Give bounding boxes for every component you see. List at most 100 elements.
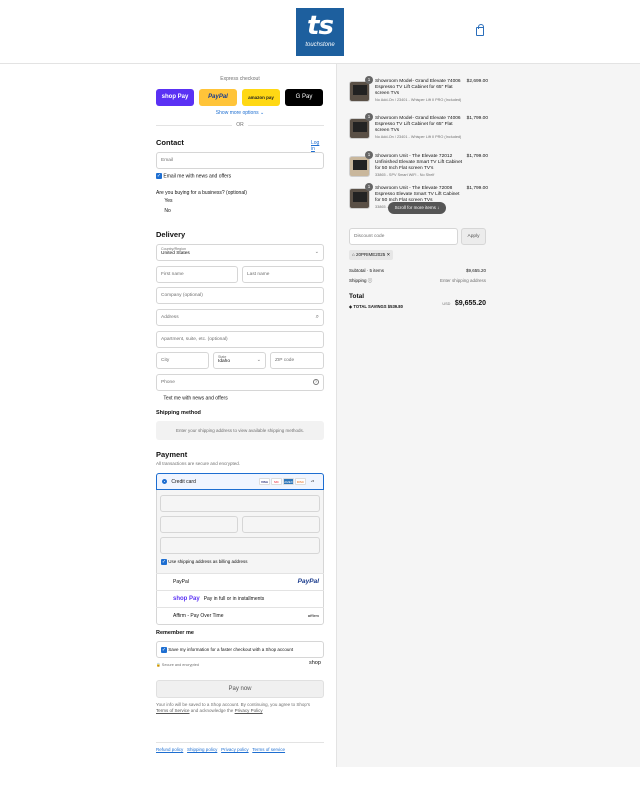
business-yes-option[interactable]: Yes [156,198,172,204]
help-icon[interactable]: ? [313,379,319,385]
amazon-pay-button[interactable]: amazon pay [242,89,280,106]
footer-divider [156,742,324,743]
save-info-row[interactable]: ✓ Save my information for a faster check… [156,641,324,658]
scroll-hint-pill[interactable]: Scroll for more items ↓ [388,202,446,214]
item-price: $1,799.00 [466,116,488,121]
help-icon[interactable]: ⓘ [368,278,373,283]
item-variant: 33865 - SPV Smart WiFi - No Shelf [375,172,435,177]
email-news-label: Email me with news and offers [163,173,232,180]
total-value-row: USD $9,655.20 [427,292,486,310]
show-more-options-link[interactable]: Show more options ⌄ [156,110,324,116]
last-name-field[interactable]: Last name [242,266,324,283]
scroll-hint-label: Scroll for more items [394,205,436,210]
card-name-field[interactable] [160,537,320,554]
header: ts touchstone [0,0,640,64]
terms-of-service-link[interactable]: Terms of service [252,747,285,752]
no-label: No [164,208,171,214]
apartment-field[interactable]: Apartment, suite, etc. (optional) [156,331,324,348]
quantity-badge: 1 [365,113,373,121]
legal-and: and acknowledge the [190,708,234,713]
radio-icon[interactable] [161,613,166,618]
radio-icon[interactable] [156,208,161,213]
chevron-down-icon: ⌄ [314,249,319,255]
country-select[interactable]: Country/Region United States ⌄ [156,244,324,261]
discount-tag: ⌂ 20PRIME2025 ✕ [349,250,394,260]
order-items-list[interactable]: 1 Showroom Model- Grand Elevate 74006 Es… [337,74,497,222]
checkbox[interactable] [156,395,162,401]
affirm-logo: affirm [307,613,319,618]
paypal-option[interactable]: PayPal PayPal [156,573,324,590]
amex-icon: AMEX [283,478,294,485]
state-select[interactable]: State Idaho ⌄ [213,352,266,369]
billing-label: Use shipping address as billing address [168,559,248,565]
shop-pay-button[interactable]: shop Pay [156,89,194,106]
email-field[interactable]: Email [156,152,324,169]
refund-policy-link[interactable]: Refund policy [156,747,183,752]
first-name-field[interactable]: First name [156,266,238,283]
shipping-label-text: Shipping [349,278,367,283]
product-thumbnail [349,118,370,139]
privacy-policy-link[interactable]: Privacy policy [221,747,249,752]
logo-brand: touchstone [305,42,335,48]
credit-card-option[interactable]: Credit card VISA MC AMEX DISC +5 [156,473,324,490]
pay-now-button[interactable]: Pay now [156,680,324,698]
item-variant: No Add-On / 23401 - Whisper Lift II PRO … [375,97,462,102]
shop-pay-option[interactable]: shop Pay Pay in full or in installments [156,590,324,607]
google-pay-button[interactable]: G Pay [285,89,323,106]
secure-note: 🔒 Secure and encrypted [156,662,199,667]
shipping-label: Shipping ⓘ [349,278,372,284]
text-news-checkbox-row[interactable]: Text me with news and offers [156,395,228,401]
address-field[interactable]: Address ⌕ [156,309,324,326]
radio-icon[interactable] [161,579,166,584]
affirm-option[interactable]: Affirm - Pay Over Time affirm [156,607,324,624]
footer-links: Refund policy Shipping policy Privacy po… [156,747,285,752]
express-checkout-label: Express checkout [220,76,260,82]
phone-field[interactable]: Phone? [156,374,324,391]
terms-link[interactable]: Terms of Service [156,708,190,713]
company-field[interactable]: Company (optional) [156,287,324,304]
zip-field[interactable]: ZIP code [270,352,324,369]
close-icon[interactable]: ✕ [387,252,391,257]
business-no-option[interactable]: No [156,208,171,214]
card-cvv-field[interactable] [242,516,320,533]
item-price: $2,699.00 [466,79,488,84]
paypal-logo: PayPal [297,578,319,585]
discount-code-field[interactable]: Discount code [349,228,458,245]
check-icon[interactable]: ✓ [156,173,162,179]
email-news-checkbox-row[interactable]: ✓ Email me with news and offers [156,173,231,179]
product-thumbnail [349,81,370,102]
discount-tag-label: 20PRIME2025 [355,252,386,257]
contact-heading: Contact [156,138,184,147]
chevron-down-icon: ⌄ [260,110,265,116]
item-price: $1,799.00 [466,186,488,191]
radio-icon[interactable] [161,596,166,601]
visa-icon: VISA [259,478,270,485]
list-item: 1 Showroom Model- Grand Elevate 74006 Es… [349,113,493,150]
card-number-field[interactable] [160,495,320,512]
billing-checkbox-row[interactable]: ✓ Use shipping address as billing addres… [161,559,248,565]
radio-selected-icon[interactable] [162,479,167,485]
privacy-link[interactable]: Privacy Policy [235,708,263,713]
check-icon[interactable]: ✓ [161,559,167,565]
card-brands: VISA MC AMEX DISC +5 [258,478,318,485]
item-variant: No Add-On / 23401 - Whisper Lift II PRO … [375,134,462,139]
city-field[interactable]: City [156,352,209,369]
text-news-label: Text me with news and offers [163,395,228,402]
item-price: $1,799.00 [466,154,488,159]
product-thumbnail [349,188,370,209]
search-icon: ⌕ [315,314,319,320]
apply-button[interactable]: Apply [461,228,486,245]
card-expiry-field[interactable] [160,516,238,533]
radio-icon[interactable] [156,198,161,203]
shopping-bag-icon[interactable] [476,24,484,36]
payment-subtitle: All transactions are secure and encrypte… [156,461,241,466]
check-icon[interactable]: ✓ [161,647,167,653]
paypal-button[interactable]: PayPal [199,89,237,106]
shipping-value: Enter shipping address [439,278,486,283]
shipping-policy-link[interactable]: Shipping policy [187,747,217,752]
login-link[interactable]: Log in [311,140,324,152]
item-name: Showroom Model- Grand Elevate 74006 Espr… [375,116,461,134]
touchstone-logo[interactable]: ts touchstone [296,8,344,56]
address-placeholder: Address [161,315,179,320]
legal-intro: Your info will be saved to a Shop accoun… [156,702,311,707]
